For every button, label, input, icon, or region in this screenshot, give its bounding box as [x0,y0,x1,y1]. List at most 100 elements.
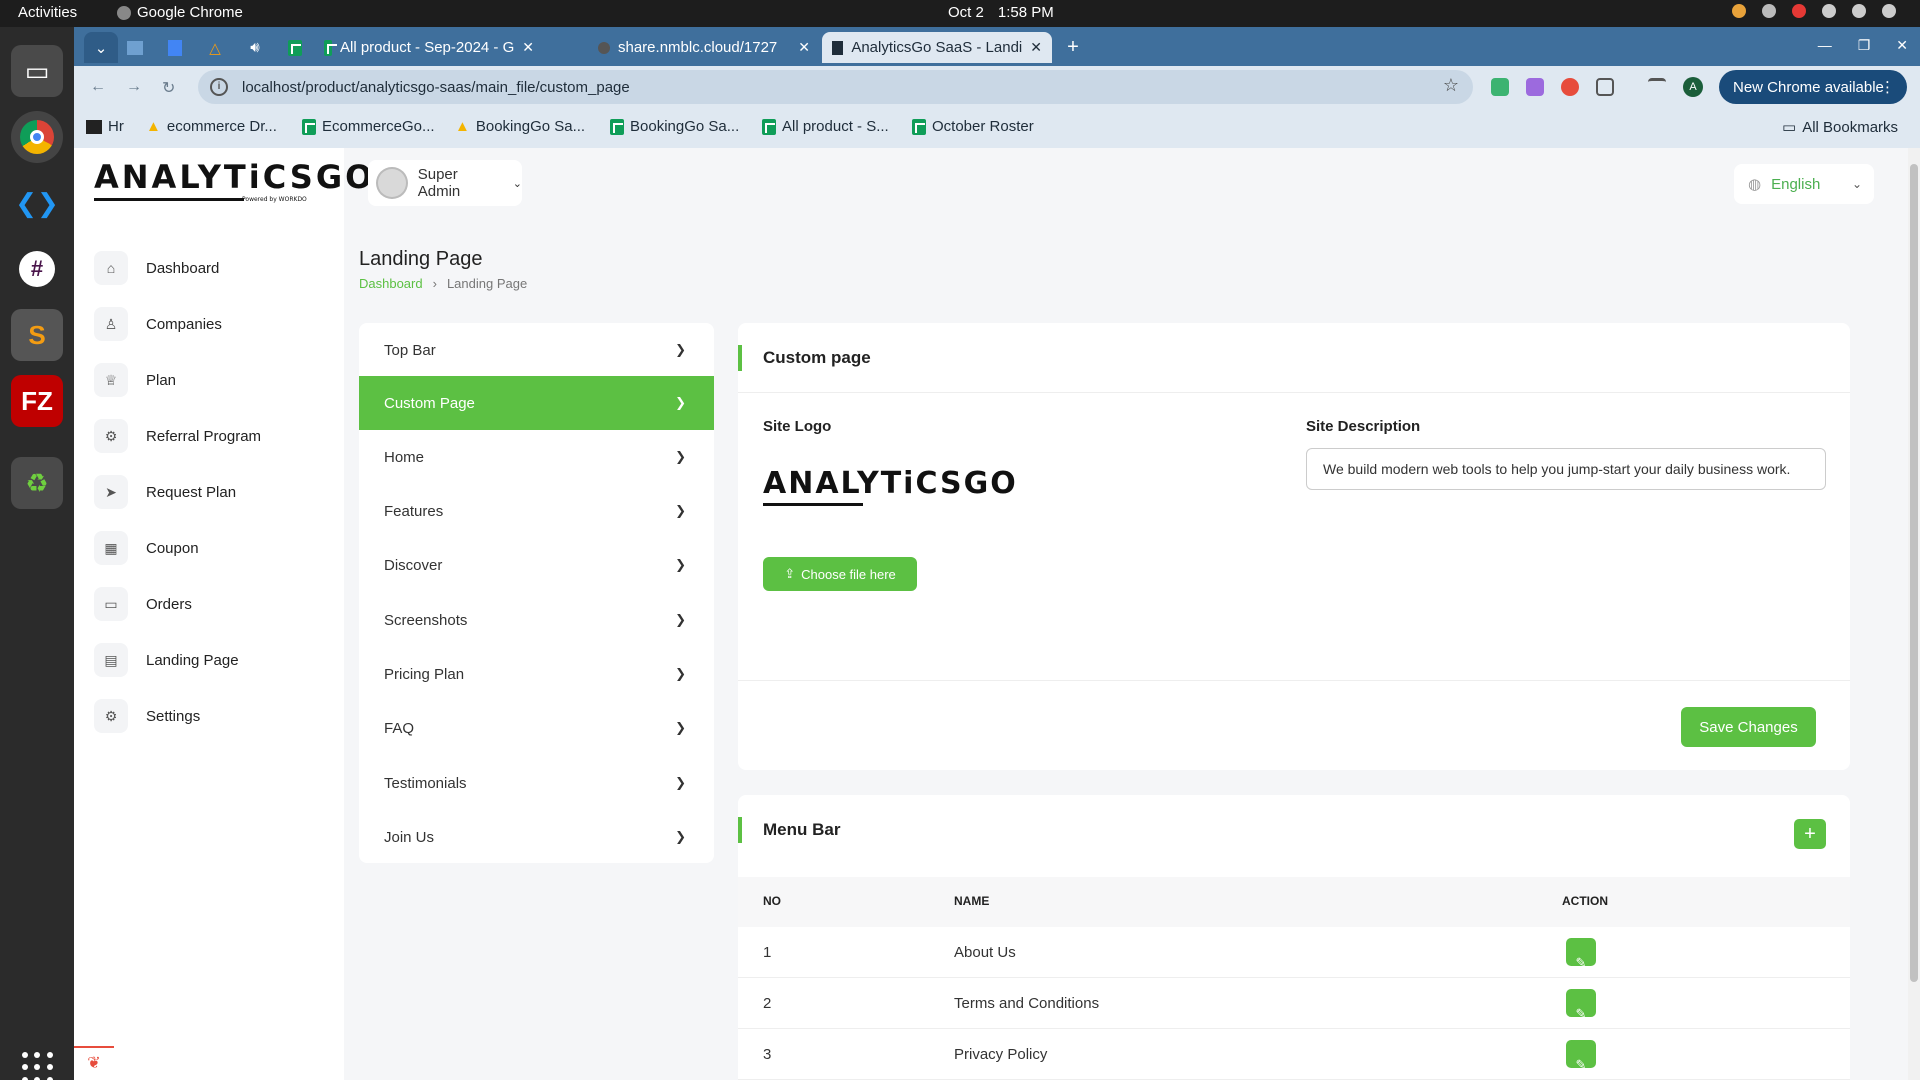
breadcrumb-home[interactable]: Dashboard [359,276,423,291]
slack-tray-icon [1762,4,1776,18]
app-logo[interactable]: ANALYTiCSGO Powered by WORKDO [94,158,375,203]
edit-button[interactable]: ✎ [1566,938,1596,970]
page-scrollbar[interactable] [1908,148,1920,1080]
language-select[interactable]: ◍ English ⌄ [1734,164,1874,204]
chevron-right-icon: ❯ [675,666,686,681]
profile-avatar[interactable]: A [1683,77,1703,97]
extension-pen-icon[interactable] [1526,78,1544,96]
forward-icon[interactable]: → [126,78,142,96]
bookmark-hr[interactable]: Hr [86,118,124,135]
clock[interactable]: Oct 2 1:58 PM [948,4,1054,21]
menu-item-features[interactable]: Features ❯ [359,484,714,538]
sidebar-item-landing-page[interactable]: ▤ Landing Page [94,638,334,682]
new-tab-button[interactable]: + [1056,32,1090,63]
activities-button[interactable]: Activities [18,4,77,21]
menu-item-home[interactable]: Home ❯ [359,430,714,484]
avatar [376,167,408,199]
back-icon[interactable]: ← [90,78,106,96]
all-bookmarks[interactable]: ▭ All Bookmarks [1782,118,1898,137]
sidebar-item-request-plan[interactable]: ➤ Request Plan [94,470,334,514]
bookmark-bookinggo-1[interactable]: ▲ BookingGo Sa... [455,118,585,135]
more-icon[interactable]: ⋮ [1880,78,1895,96]
user-menu[interactable]: Super Admin ⌄ [368,160,522,206]
menu-item-top-bar[interactable]: Top Bar ❯ [359,323,714,377]
pinned-tab-2[interactable] [158,32,192,63]
pinned-tab-sheets[interactable] [278,32,312,63]
sidebar-item-dashboard[interactable]: ⌂ Dashboard [94,246,334,290]
close-tab-icon[interactable]: ✕ [798,39,810,56]
minimize-icon[interactable]: — [1818,37,1832,54]
row-name: About Us [954,944,1016,961]
chevron-down-icon: ⌄ [512,177,522,190]
bookmark-bookinggo-2[interactable]: BookingGo Sa... [610,118,739,135]
chrome-dock-icon[interactable] [11,111,63,163]
site-logo-preview: ANALYTiCSGO [763,466,1018,501]
tab-title: All product - Sep-2024 - G [340,39,515,56]
bookmark-october-roster[interactable]: October Roster [912,118,1034,135]
sidebar-item-orders[interactable]: ▭ Orders [94,582,334,626]
active-app[interactable]: Google Chrome [117,4,243,21]
menu-item-join-us[interactable]: Join Us ❯ [359,810,714,864]
globe-icon [598,41,610,54]
close-tab-icon[interactable]: ✕ [522,39,534,56]
reading-list-icon[interactable] [1648,78,1666,96]
menu-item-screenshots[interactable]: Screenshots ❯ [359,593,714,647]
bookmark-ecommerce[interactable]: ▲ ecommerce Dr... [146,118,277,135]
maximize-icon[interactable]: ❐ [1858,37,1871,54]
system-tray[interactable] [1732,4,1896,18]
tab-all-product[interactable]: All product - Sep-2024 - G ✕ [314,32,544,63]
tab-share[interactable]: share.nmblc.cloud/1727 ✕ [588,32,820,63]
choose-file-button[interactable]: ⇪ Choose file here [763,557,917,591]
tab-analyticsgo[interactable]: AnalyticsGo SaaS - Landi ✕ [822,32,1052,63]
menu-item-custom-page[interactable]: Custom Page ❯ [359,376,714,430]
menu-item-testimonials[interactable]: Testimonials ❯ [359,756,714,810]
vscode-icon[interactable]: ❮❯ [11,177,63,229]
scrollbar-thumb[interactable] [1910,164,1918,982]
extension-color-icon[interactable] [1561,78,1579,96]
sidebar-item-settings[interactable]: ⚙ Settings [94,694,334,738]
debug-toolbar-icon[interactable]: ❦ [74,1046,114,1080]
close-tab-icon[interactable]: ✕ [1030,39,1042,56]
new-chrome-available-button[interactable]: New Chrome available ⋮ [1719,70,1907,104]
table-row: 2 Terms and Conditions ✎ [738,978,1850,1029]
breadcrumb-current: Landing Page [446,276,528,291]
chevron-right-icon: ❯ [675,342,686,357]
sublime-icon[interactable]: S [11,309,63,361]
sidebar-item-label: Plan [146,371,177,389]
extensions-icon[interactable] [1596,78,1614,96]
reload-icon[interactable]: ↻ [162,78,175,98]
tab-search-button[interactable]: ⌄ [84,32,118,63]
trash-icon[interactable]: ♻ [11,457,63,509]
edit-button[interactable]: ✎ [1566,989,1596,1021]
sidebar-item-referral-program[interactable]: ⚙ Referral Program [94,414,334,458]
close-window-icon[interactable]: ✕ [1896,37,1908,54]
add-menu-button[interactable]: + [1794,819,1826,849]
column-header-action: ACTION [1562,894,1608,908]
pinned-tab-3[interactable]: △ [198,32,232,63]
menu-item-pricing-plan[interactable]: Pricing Plan ❯ [359,647,714,701]
bookmark-star-icon[interactable]: ☆ [1443,75,1459,96]
site-description-input[interactable] [1306,448,1826,490]
drive-icon: ▲ [455,118,470,135]
edit-button[interactable]: ✎ [1566,1040,1596,1072]
url-bar[interactable]: i localhost/product/analyticsgo-saas/mai… [198,70,1473,104]
sidebar-item-label: Referral Program [146,427,262,445]
show-apps-icon[interactable] [22,1052,54,1080]
files-icon[interactable]: ▭ [11,45,63,97]
pinned-tab-audio[interactable]: 🔊︎ [238,32,272,63]
bookmark-all-product[interactable]: All product - S... [762,118,889,135]
slack-icon[interactable]: # [11,243,63,295]
menu-item-faq[interactable]: FAQ ❯ [359,701,714,755]
save-changes-button[interactable]: Save Changes [1681,707,1816,747]
bookmark-ecommercego[interactable]: EcommerceGo... [302,118,435,135]
globe-icon: ◍ [1748,176,1762,193]
sidebar-item-companies[interactable]: ♙ Companies [94,302,334,346]
filezilla-icon[interactable]: FZ [11,375,63,427]
sidebar-item-coupon[interactable]: ▦ Coupon [94,526,334,570]
pinned-tab-1[interactable] [118,32,152,63]
sidebar-item-plan[interactable]: ♕ Plan [94,358,334,402]
extension-n-icon[interactable] [1491,78,1509,96]
table-row: 3 Privacy Policy ✎ [738,1029,1850,1080]
menu-item-discover[interactable]: Discover ❯ [359,538,714,592]
site-info-icon[interactable]: i [210,78,228,96]
